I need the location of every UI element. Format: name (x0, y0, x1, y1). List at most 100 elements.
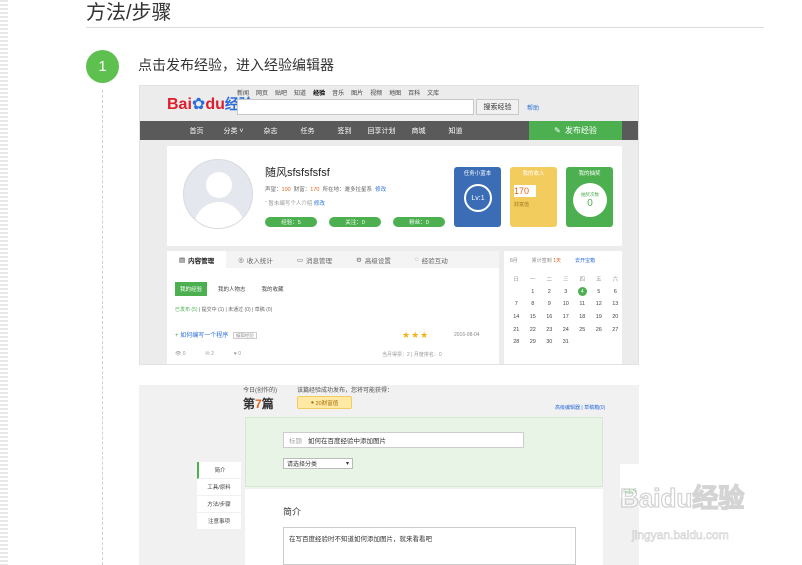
tab-label: 经验互动 (421, 257, 448, 265)
pill-fans[interactable]: 粉丝：0 (393, 217, 445, 227)
edit-intro-link[interactable]: 修改 (314, 201, 325, 207)
calendar-day[interactable]: 20 (607, 314, 624, 320)
article-tag[interactable]: 编辑经验 (232, 332, 257, 339)
top-nav-item[interactable]: 图片 (351, 88, 363, 97)
calendar-day[interactable]: 9 (541, 301, 558, 307)
calendar-day[interactable]: 7 (508, 301, 525, 307)
reward-badge: ● 20财富值 (297, 396, 352, 409)
calendar-day[interactable]: 16 (541, 314, 558, 320)
calendar-day[interactable]: 14 (508, 314, 525, 320)
calendar-day[interactable]: 4 (574, 287, 591, 297)
calendar-day[interactable]: 12 (591, 301, 608, 307)
main-nav-item[interactable]: 签到 (326, 126, 363, 136)
open-chest-link[interactable]: 去开宝箱 (575, 257, 595, 264)
help-link[interactable]: 帮助 (527, 103, 539, 112)
tab-messages[interactable]: ▭ 消息管理 (285, 251, 344, 268)
tab-content-management[interactable]: ▤ 内容管理 (167, 251, 227, 268)
subtab-my-experience[interactable]: 我的经验 (175, 282, 208, 296)
main-nav-item[interactable]: 商城 (400, 126, 437, 136)
avatar-head-icon (206, 172, 232, 198)
top-nav-item[interactable]: 知道 (294, 88, 306, 97)
calendar-day[interactable]: 19 (591, 314, 608, 320)
subtab-my-people[interactable]: 我的人物志 (213, 282, 251, 296)
calendar-day[interactable]: 10 (558, 301, 575, 307)
likes-value: 0 (238, 351, 242, 357)
main-nav-item[interactable]: 首页 (178, 126, 215, 136)
calendar-day[interactable]: 26 (591, 327, 608, 333)
calendar-day[interactable]: 22 (525, 327, 542, 333)
main-nav-item[interactable]: 回享计划 (363, 126, 400, 136)
top-nav-item[interactable]: 经验 (313, 88, 325, 97)
pill-follow[interactable]: 关注：0 (329, 217, 381, 227)
article-title[interactable]: 如何编写一个程序 (180, 333, 228, 339)
quote-icon: “ (265, 201, 267, 207)
calendar-day[interactable]: 29 (525, 339, 542, 345)
tab-income-stats[interactable]: ◎ 收入统计 (226, 251, 285, 268)
tab-advanced-settings[interactable]: ⚙ 高级设置 (344, 251, 403, 268)
page-left-border (0, 0, 8, 565)
calendar-day[interactable]: 25 (574, 327, 591, 333)
calendar-day[interactable]: 31 (558, 339, 575, 345)
main-nav-item[interactable]: 分类 ˅ (215, 126, 252, 136)
calendar-day[interactable]: 6 (607, 289, 624, 295)
calendar-day[interactable]: 3 (558, 289, 575, 295)
sidebar-item-steps[interactable]: 方法/步骤 (197, 496, 241, 513)
calendar-day[interactable]: 11 (574, 301, 591, 307)
publish-button[interactable]: ✎ 发布经验 (529, 121, 622, 140)
top-nav-item[interactable]: 地图 (389, 88, 401, 97)
calendar-day[interactable]: 17 (558, 314, 575, 320)
calendar-day[interactable]: 24 (558, 327, 575, 333)
calendar-day[interactable]: 18 (574, 314, 591, 320)
draw-box[interactable]: 我的抽奖 抽奖次数 0 (566, 167, 613, 227)
top-nav-item[interactable]: 音乐 (332, 88, 344, 97)
calendar-day[interactable]: 1 (525, 289, 542, 295)
calendar-month: 8月 (510, 258, 518, 264)
pill-experience[interactable]: 经验：5 (265, 217, 317, 227)
step-screenshot-editor[interactable]: 今日(创作的) 第7篇 该篇经验成功发布，您将可能获得： ● 20财富值 高级编… (139, 385, 639, 565)
search-input[interactable] (237, 99, 474, 115)
calendar-day[interactable]: 28 (508, 339, 525, 345)
intro-textarea[interactable]: 在写百度经验时不知道如何添加图片，就来看看吧 (283, 527, 576, 565)
task-box[interactable]: 任务小蓝本 Lv:1 (454, 167, 501, 227)
sidebar-item-tools[interactable]: 工具/原料 (197, 479, 241, 496)
gear-icon: ⚙ (355, 256, 362, 264)
sidebar-item-intro[interactable]: 简介 (197, 462, 241, 479)
filter-published[interactable]: 已发布 (5) (175, 307, 198, 313)
top-nav-item[interactable]: 百科 (408, 88, 420, 97)
top-nav-item[interactable]: 网页 (256, 88, 268, 97)
top-nav-item[interactable]: 文库 (427, 88, 439, 97)
search-button[interactable]: 搜索经验 (476, 99, 519, 115)
main-nav-item[interactable]: 任务 (289, 126, 326, 136)
calendar-day[interactable]: 8 (525, 301, 542, 307)
step-timeline-line (102, 90, 103, 565)
main-nav-item[interactable]: 杂志 (252, 126, 289, 136)
article-row[interactable]: + 如何编写一个程序 编辑经验 (175, 330, 493, 339)
category-select[interactable]: 请选择分类 ▾ (283, 458, 353, 469)
calendar-today[interactable]: 4 (577, 287, 587, 297)
subtab-my-favorites[interactable]: 我的收藏 (257, 282, 289, 296)
calendar-day[interactable]: 27 (607, 327, 624, 333)
editor-links[interactable]: 高级编辑器 | 草稿箱(0) (555, 404, 605, 411)
filter-other[interactable]: | 提交中 (1) | 未通过 (0) | 草稿 (0) (199, 307, 272, 313)
edit-location-link[interactable]: 修改 (375, 187, 386, 193)
income-value: 170 (514, 185, 536, 197)
tab-interaction[interactable]: ◌ 经验互动 (403, 251, 460, 268)
income-box[interactable]: 我的收入 170 财富值 (510, 167, 557, 227)
top-nav-item[interactable]: 贴吧 (275, 88, 287, 97)
top-nav-item[interactable]: 视频 (370, 88, 382, 97)
main-nav-item[interactable]: 知道 (437, 126, 474, 136)
calendar-day[interactable]: 21 (508, 327, 525, 333)
calendar-day[interactable]: 30 (541, 339, 558, 345)
step-screenshot-profile[interactable]: 新闻网页贴吧知道经验音乐图片视频地图百科文库 Bai✿du经验 搜索经验 帮助 … (139, 85, 639, 365)
chevron-down-icon: ▾ (345, 461, 349, 467)
calendar-day[interactable]: 5 (591, 289, 608, 295)
content-subtabs: 我的经验 我的人物志 我的收藏 (175, 282, 289, 296)
title-input[interactable]: 标题 如何在百度经验中添加图片 (283, 432, 524, 448)
avatar[interactable] (183, 159, 253, 229)
calendar-day[interactable]: 2 (541, 289, 558, 295)
sidebar-item-notes[interactable]: 注意事项 (197, 513, 241, 530)
calendar-day[interactable]: 15 (525, 314, 542, 320)
calendar-grid: 日一二三四五六 1 2 3 4 5 6 7 8 9 10 11 12 13 14 15 16 17 18 19 20 21… (508, 273, 624, 349)
calendar-day[interactable]: 23 (541, 327, 558, 333)
calendar-day[interactable]: 13 (607, 301, 624, 307)
